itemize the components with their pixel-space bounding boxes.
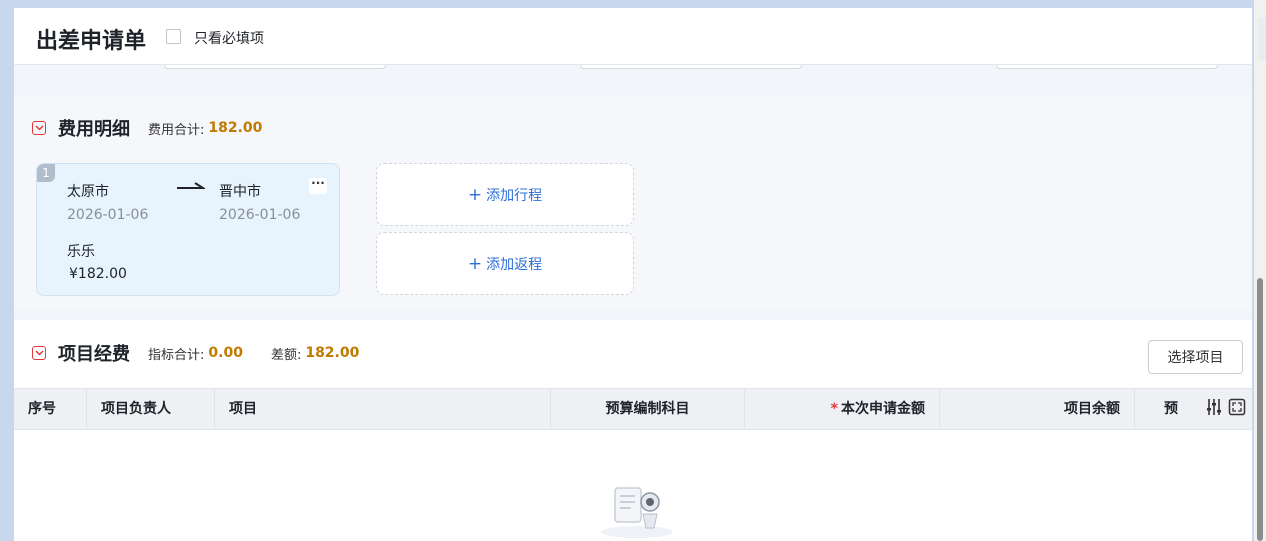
required-star: * [830,401,838,417]
collapse-icon[interactable] [32,121,46,135]
plus-icon: + [467,184,483,205]
project-section-header: 项目经费 指标合计: 0.00 差额: 182.00 [32,340,387,366]
column-header-index[interactable]: 序号 [14,389,87,429]
collapse-icon[interactable] [32,346,46,360]
page-scrollbar[interactable] [1254,0,1266,541]
select-project-button[interactable]: 选择项目 [1148,340,1243,374]
indicator-total-label: 指标合计: [148,347,205,363]
project-section-title: 项目经费 [58,344,130,365]
field-peek-right [996,65,1218,69]
project-section: 项目经费 指标合计: 0.00 差额: 182.00 选择项目 序号 项目负责人… [14,320,1252,541]
plus-icon: + [467,253,483,274]
add-return-label: 添加返程 [486,256,543,273]
difference-value: 182.00 [305,345,360,361]
field-peek-middle [580,65,802,69]
fee-total-value: 182.00 [208,120,263,136]
indicator-total-value: 0.00 [208,345,243,361]
column-header-project[interactable]: 项目 [215,389,551,429]
table-tools [1206,397,1246,417]
side-edge-tab[interactable] [1258,18,1266,60]
trip-to-date: 2026-01-06 [219,207,301,223]
form-panel: 出差申请单 只看必填项 费用明细 费用合计: 182.00 1 太原市 晋中市 … [14,8,1252,541]
empty-data-icon [601,487,673,538]
column-header-budget-subject[interactable]: 预算编制科目 [551,389,745,429]
fee-section-title: 费用明细 [58,119,130,140]
arrow-right-icon [177,182,205,189]
add-outbound-button[interactable]: + 添加行程 [376,163,634,226]
add-return-button[interactable]: + 添加返程 [376,232,634,295]
trip-from-city: 太原市 [67,184,109,200]
trip-card[interactable]: 1 太原市 晋中市 ··· 2026-01-06 2026-01-06 乐乐 ¥… [36,163,340,296]
column-header-owner[interactable]: 项目负责人 [87,389,215,429]
column-header-extra[interactable]: 预 [1164,389,1194,429]
fee-section: 费用明细 费用合计: 182.00 1 太原市 晋中市 ··· 2026-01-… [14,95,1252,310]
column-header-apply-amount[interactable]: * 本次申请金额 [745,389,940,429]
scrollbar-thumb[interactable] [1257,278,1263,541]
fullscreen-icon[interactable] [1228,398,1246,416]
more-icon[interactable]: ··· [309,177,327,194]
required-only-label[interactable]: 只看必填项 [194,28,264,48]
column-header-balance[interactable]: 项目余额 [940,389,1135,429]
fee-section-header: 费用明细 费用合计: 182.00 [32,115,290,141]
column-header-apply-amount-label: 本次申请金额 [841,401,925,417]
trip-amount: ¥182.00 [69,266,127,282]
trip-index: 1 [37,164,55,182]
difference-label: 差额: [270,347,302,363]
trip-to-city: 晋中市 [219,184,261,200]
form-header: 出差申请单 只看必填项 [14,8,1252,65]
trip-from-date: 2026-01-06 [67,207,149,223]
project-table-header: 序号 项目负责人 项目 预算编制科目 * 本次申请金额 项目余额 预 [14,388,1252,430]
fee-total-label: 费用合计: [148,122,205,138]
page-title: 出差申请单 [36,29,147,54]
required-only-checkbox[interactable] [166,29,181,44]
field-peek-left [164,65,386,69]
add-outbound-label: 添加行程 [486,187,543,204]
trip-traveler: 乐乐 [67,244,95,260]
column-settings-icon[interactable] [1206,397,1222,417]
